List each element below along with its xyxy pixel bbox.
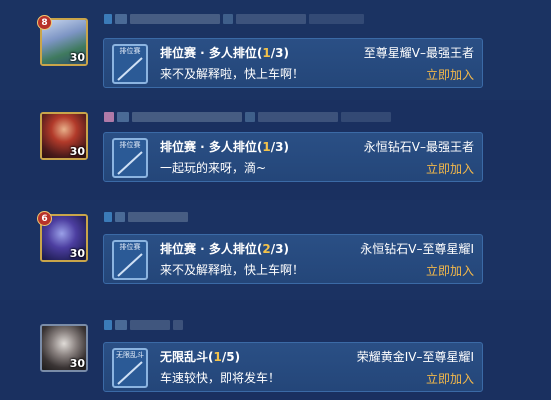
slot-count: 1 xyxy=(262,46,271,60)
team-invite-card[interactable]: 无限乱斗 无限乱斗(1/5) 车速较快，即将发车！ 荣耀黄金IV–至尊星耀I 立… xyxy=(103,342,483,392)
team-invite-card[interactable]: 排位赛 排位赛 · 多人排位(2/3) 来不及解释啦，快上车啊！ 永恒钻石V–至… xyxy=(103,234,483,284)
rank-range: 永恒钻石V–至尊星耀I xyxy=(360,242,474,256)
player-avatar[interactable]: 30 xyxy=(40,324,88,372)
chat-entry: 30 8 排位赛 排位赛 · 多人排位(1/3) 来不及解释啦，快上车啊！ 至尊… xyxy=(0,0,551,100)
slot-count: 1 xyxy=(262,140,271,154)
invite-title: 无限乱斗(1/5) xyxy=(160,350,241,364)
invite-title: 排位赛 · 多人排位(1/3) xyxy=(160,140,289,154)
avatar-level: 30 xyxy=(69,357,85,370)
ranked-match-icon: 排位赛 xyxy=(112,44,148,84)
rank-badge: 8 xyxy=(37,15,52,30)
team-invite-card[interactable]: 排位赛 排位赛 · 多人排位(1/3) 一起玩的来呀，滴~ 永恒钻石V–最强王者… xyxy=(103,132,483,182)
infinite-brawl-icon: 无限乱斗 xyxy=(112,348,148,388)
player-name-blurred xyxy=(104,14,364,24)
slot-count: 1 xyxy=(213,350,222,364)
player-name-blurred xyxy=(104,112,391,122)
player-name-blurred xyxy=(104,320,183,330)
invite-message: 车速较快，即将发车！ xyxy=(160,371,281,385)
slot-count: 2 xyxy=(262,242,271,256)
avatar-level: 30 xyxy=(69,51,85,64)
rank-badge: 6 xyxy=(37,211,52,226)
avatar-level: 30 xyxy=(69,247,85,260)
ranked-match-icon: 排位赛 xyxy=(112,240,148,280)
chat-entry: 30 6 排位赛 排位赛 · 多人排位(2/3) 来不及解释啦，快上车啊！ 永恒… xyxy=(0,200,551,300)
rank-range: 永恒钻石V–最强王者 xyxy=(363,140,474,154)
ranked-match-icon: 排位赛 xyxy=(112,138,148,178)
join-button[interactable]: 立即加入 xyxy=(426,262,474,279)
player-name-blurred xyxy=(104,212,188,222)
invite-message: 来不及解释啦，快上车啊！ xyxy=(160,67,305,81)
join-button[interactable]: 立即加入 xyxy=(426,160,474,177)
chat-entry: 30 排位赛 排位赛 · 多人排位(1/3) 一起玩的来呀，滴~ 永恒钻石V–最… xyxy=(0,100,551,200)
join-button[interactable]: 立即加入 xyxy=(426,66,474,83)
invite-message: 一起玩的来呀，滴~ xyxy=(160,161,267,175)
rank-range: 至尊星耀V–最强王者 xyxy=(363,46,474,60)
player-avatar[interactable]: 30 xyxy=(40,112,88,160)
avatar-level: 30 xyxy=(69,145,85,158)
invite-title: 排位赛 · 多人排位(2/3) xyxy=(160,242,289,256)
invite-message: 来不及解释啦，快上车啊！ xyxy=(160,263,305,277)
rank-range: 荣耀黄金IV–至尊星耀I xyxy=(356,350,474,364)
join-button[interactable]: 立即加入 xyxy=(426,370,474,387)
invite-title: 排位赛 · 多人排位(1/3) xyxy=(160,46,289,60)
chat-entry: 30 无限乱斗 无限乱斗(1/5) 车速较快，即将发车！ 荣耀黄金IV–至尊星耀… xyxy=(0,300,551,400)
team-invite-card[interactable]: 排位赛 排位赛 · 多人排位(1/3) 来不及解释啦，快上车啊！ 至尊星耀V–最… xyxy=(103,38,483,88)
